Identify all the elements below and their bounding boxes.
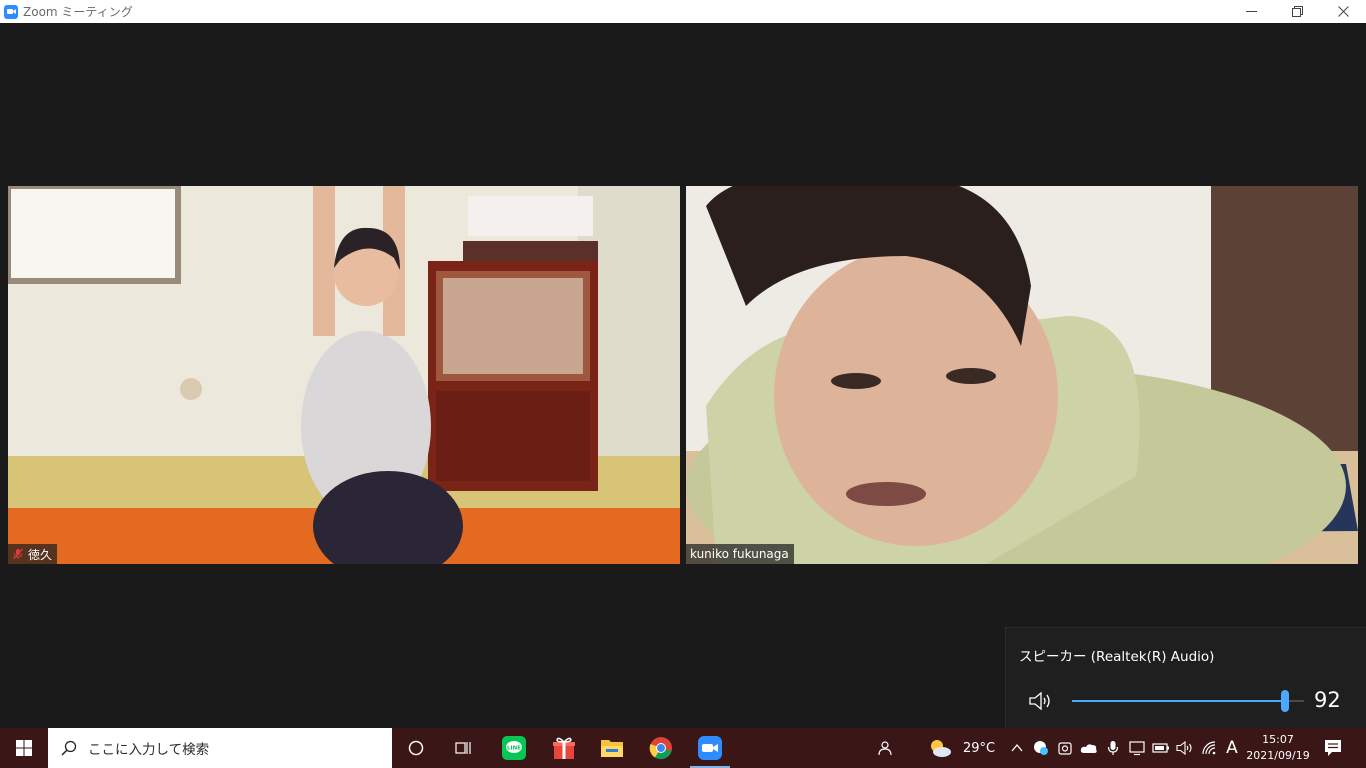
minimize-button[interactable] <box>1228 0 1274 23</box>
window-title: Zoom ミーティング <box>23 5 133 19</box>
participant-name: kuniko fukunaga <box>690 547 789 561</box>
chrome-icon <box>649 737 672 760</box>
video-feed-left <box>8 186 680 564</box>
file-explorer-button[interactable] <box>588 728 636 768</box>
line-app-icon: LINE <box>502 736 526 760</box>
tray-volume[interactable] <box>1174 728 1196 768</box>
cortana-icon <box>408 740 424 756</box>
clock-time: 15:07 <box>1262 733 1294 746</box>
tray-camera-app[interactable] <box>1054 728 1076 768</box>
audio-device-selector[interactable]: スピーカー (Realtek(R) Audio) <box>1019 645 1214 665</box>
file-explorer-icon <box>601 740 623 757</box>
muted-mic-icon <box>13 548 23 560</box>
task-view-icon <box>455 742 471 754</box>
taskbar: ここに入力して検索 LINE 29°C A 15:07 2021/09/19 <box>0 728 1366 768</box>
windows-logo-icon <box>16 740 32 756</box>
volume-slider-thumb[interactable] <box>1281 690 1290 712</box>
show-hidden-icons-button[interactable] <box>1008 728 1026 768</box>
people-icon <box>878 741 892 756</box>
zoom-button[interactable] <box>686 728 734 768</box>
weather-widget[interactable]: 29°C <box>928 728 1000 768</box>
cortana-button[interactable] <box>392 728 440 768</box>
ime-indicator[interactable]: A <box>1222 728 1242 768</box>
wifi-icon <box>1202 741 1216 755</box>
zoom-app-icon <box>4 4 18 19</box>
chevron-up-icon <box>1011 744 1023 752</box>
tray-microphone[interactable] <box>1102 728 1124 768</box>
video-feed-right <box>686 186 1358 564</box>
participant-nametag: kuniko fukunaga <box>686 544 794 564</box>
restore-button[interactable] <box>1274 0 1320 23</box>
chrome-button[interactable] <box>637 728 685 768</box>
task-view-button[interactable] <box>440 728 488 768</box>
chat-app-icon <box>1034 741 1048 755</box>
camera-app-icon <box>1058 742 1072 755</box>
search-icon <box>61 740 77 756</box>
battery-icon <box>1152 743 1169 753</box>
participant-name: 徳久 <box>28 547 53 562</box>
tray-onedrive[interactable] <box>1078 728 1100 768</box>
participant-nametag: 徳久 <box>8 544 58 564</box>
speaker-icon[interactable] <box>1028 690 1054 712</box>
notification-icon <box>1325 740 1341 756</box>
svg-text:LINE: LINE <box>507 746 521 752</box>
zoom-icon <box>698 736 722 760</box>
tray-battery[interactable] <box>1150 728 1172 768</box>
display-icon <box>1129 741 1145 756</box>
partly-cloudy-icon <box>931 740 951 757</box>
search-placeholder: ここに入力して検索 <box>88 742 210 758</box>
system-clock[interactable]: 15:07 2021/09/19 <box>1244 732 1312 764</box>
volume-slider[interactable] <box>1072 690 1304 712</box>
volume-value: 92 <box>1314 688 1341 712</box>
volume-icon <box>1176 740 1192 756</box>
close-button[interactable] <box>1320 0 1366 23</box>
tray-display[interactable] <box>1126 728 1148 768</box>
video-tile-kuniko-fukunaga[interactable]: kuniko fukunaga <box>686 186 1358 564</box>
volume-slider-fill <box>1072 700 1286 702</box>
volume-flyout: スピーカー (Realtek(R) Audio) 92 <box>1005 627 1366 728</box>
title-bar: Zoom ミーティング <box>0 0 1366 23</box>
people-button[interactable] <box>872 728 898 768</box>
tray-chat-app[interactable] <box>1030 728 1052 768</box>
video-tile-tokuhisa[interactable]: 徳久 <box>8 186 680 564</box>
start-button[interactable] <box>0 728 48 768</box>
gift-app-icon <box>553 737 575 759</box>
gift-app-button[interactable] <box>540 728 588 768</box>
taskbar-search-box[interactable]: ここに入力して検索 <box>48 728 392 768</box>
clock-date: 2021/09/19 <box>1246 749 1310 762</box>
line-app-button[interactable]: LINE <box>490 728 538 768</box>
tray-wifi[interactable] <box>1198 728 1220 768</box>
onedrive-cloud-icon <box>1080 744 1097 753</box>
meeting-area: 徳久 kuniko fukunaga <box>0 23 1366 728</box>
action-center-button[interactable] <box>1318 728 1348 768</box>
weather-temperature: 29°C <box>963 740 996 756</box>
microphone-icon <box>1107 741 1119 755</box>
